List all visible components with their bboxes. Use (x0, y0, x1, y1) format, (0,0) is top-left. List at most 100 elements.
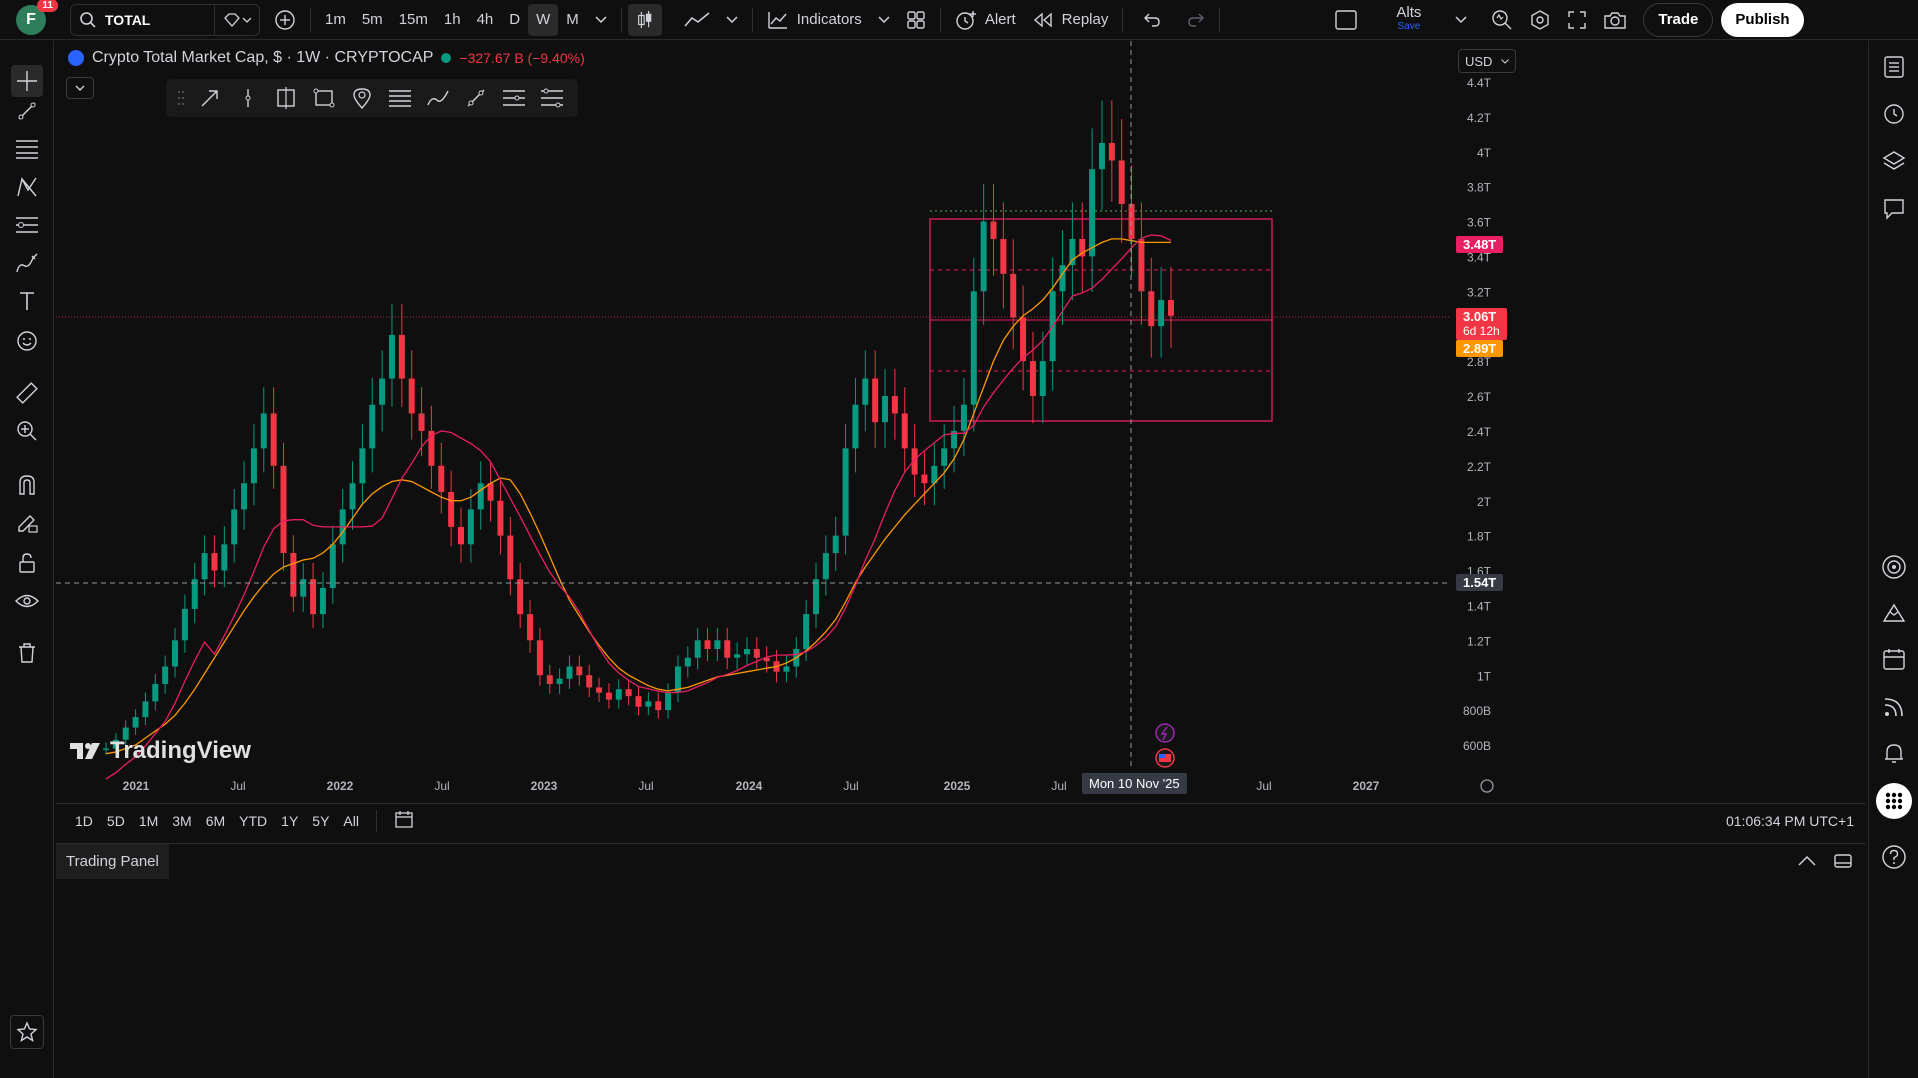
news-feed-button[interactable] (1878, 691, 1910, 723)
range-1y[interactable]: 1Y (274, 813, 305, 829)
publish-button[interactable]: Publish (1721, 2, 1804, 37)
range-1m[interactable]: 1M (132, 813, 165, 829)
favorites-tool[interactable] (10, 1015, 44, 1049)
timeframe-m[interactable]: M (558, 4, 587, 36)
indicators-dropdown[interactable] (870, 4, 898, 36)
maximize-panel-icon[interactable] (1834, 853, 1852, 869)
chart-canvas[interactable]: 4.4T4.2T4T3.8T3.6T3.4T3.2T3T2.8T2.6T2.4T… (56, 41, 1866, 811)
chart-type-candles-button[interactable] (627, 3, 662, 36)
measure-tool[interactable] (11, 377, 43, 409)
settings-button[interactable] (1521, 4, 1559, 36)
lock-drawings-tool[interactable] (11, 547, 43, 579)
range-5y[interactable]: 5Y (305, 813, 336, 829)
timeframe-d[interactable]: D (501, 4, 528, 36)
watchlist-button[interactable] (1878, 51, 1910, 83)
range-5d[interactable]: 5D (100, 813, 132, 829)
redo-button[interactable] (1179, 4, 1213, 36)
forecast-tool[interactable] (11, 209, 43, 241)
hotlists-button[interactable] (1878, 597, 1910, 629)
magnet-tool[interactable] (11, 469, 43, 501)
ideas-button[interactable] (1878, 551, 1910, 583)
goto-date-button[interactable] (387, 809, 421, 832)
user-avatar[interactable]: F 11 (16, 0, 58, 35)
chats-button[interactable] (1878, 193, 1910, 225)
keep-drawing-tool[interactable] (11, 507, 43, 539)
axis-settings-button[interactable] (1480, 779, 1494, 793)
fullscreen-button[interactable] (1559, 4, 1595, 36)
layout-name-button[interactable]: Alts Save (1388, 4, 1429, 36)
candle-body (566, 666, 573, 679)
timeframe-5m[interactable]: 5m (354, 4, 391, 36)
zoom-tool[interactable] (11, 415, 43, 447)
symbol-search[interactable]: TOTAL (70, 3, 260, 36)
trading-panel-tab[interactable]: Trading Panel (56, 843, 169, 879)
chevron-up-icon[interactable] (1798, 856, 1816, 866)
timeframe-1h[interactable]: 1h (436, 4, 469, 36)
price-axis[interactable]: 4.4T4.2T4T3.8T3.6T3.4T3.2T3T2.8T2.6T2.4T… (1463, 76, 1492, 753)
fib-retracement-tool[interactable] (384, 83, 416, 113)
range-tool[interactable] (270, 83, 302, 113)
candle-body (270, 413, 277, 466)
range-3m[interactable]: 3M (165, 813, 198, 829)
remove-drawings-tool[interactable] (11, 637, 43, 669)
candle-body (743, 649, 750, 655)
replay-button[interactable]: Replay (1024, 4, 1117, 36)
calendar-button[interactable] (1878, 643, 1910, 675)
range-ytd[interactable]: YTD (232, 813, 274, 829)
fib-tool[interactable] (11, 133, 43, 165)
layout-templates-button[interactable] (898, 4, 934, 36)
range-6m[interactable]: 6M (199, 813, 232, 829)
apps-button[interactable] (1876, 783, 1912, 819)
pin-tool[interactable] (346, 83, 378, 113)
symbol-legend[interactable]: Crypto Total Market Cap, $ · 1W · CRYPTO… (68, 49, 585, 67)
trade-button[interactable]: Trade (1643, 2, 1714, 37)
help-button[interactable] (1878, 841, 1910, 873)
chart-pane[interactable]: 4.4T4.2T4T3.8T3.6T3.4T3.2T3T2.8T2.6T2.4T… (56, 41, 1866, 811)
currency-selector[interactable]: USD (1458, 49, 1516, 73)
ray-tool[interactable] (460, 83, 492, 113)
timeframe-1m[interactable]: 1m (317, 4, 354, 36)
notifications-button[interactable] (1878, 737, 1910, 769)
crosshair-tool[interactable] (11, 65, 43, 97)
fib-extension-tool[interactable] (536, 83, 568, 113)
layout-dropdown[interactable] (1447, 4, 1475, 36)
drag-handle-icon[interactable] (174, 83, 188, 113)
time-axis[interactable]: 2021 Jul 2022 Jul 2023 Jul 2024 Jul 2025 Jul Jul 20… (123, 779, 1380, 793)
object-tree-button[interactable] (1878, 145, 1910, 177)
trendline-tool[interactable] (11, 95, 43, 127)
tradingview-logo[interactable]: TradingView (70, 737, 251, 765)
pattern-tool[interactable] (11, 171, 43, 203)
alert-button[interactable]: Alert (947, 4, 1024, 36)
lightning-event-icon[interactable] (1155, 723, 1175, 743)
fullscreen-layout-button[interactable] (1326, 4, 1366, 36)
vertical-line-tool[interactable] (232, 83, 264, 113)
symbol-type-dropdown[interactable] (214, 3, 259, 36)
timeframe-w[interactable]: W (528, 3, 559, 36)
quick-search-button[interactable] (1483, 4, 1521, 36)
event-markers[interactable] (1155, 723, 1175, 768)
alerts-button[interactable] (1878, 97, 1910, 129)
range-1d[interactable]: 1D (68, 813, 100, 829)
chart-type-line-button[interactable] (676, 4, 718, 36)
range-all[interactable]: All (336, 813, 366, 829)
brush-draw-tool[interactable] (422, 83, 454, 113)
indicators-button[interactable]: Indicators (759, 4, 870, 36)
rectangle-tool[interactable] (308, 83, 340, 113)
undo-button[interactable] (1135, 4, 1169, 36)
chart-type-dropdown[interactable] (718, 4, 746, 36)
compare-symbol-button[interactable] (266, 4, 304, 36)
hide-drawings-tool[interactable] (11, 585, 43, 617)
text-tool[interactable] (11, 285, 43, 317)
emoji-tool[interactable] (11, 325, 43, 357)
snapshot-button[interactable] (1595, 4, 1635, 36)
timeframe-dropdown[interactable] (587, 4, 615, 36)
timeframe-15m[interactable]: 15m (391, 4, 436, 36)
candle-body (882, 396, 889, 423)
clock-timezone[interactable]: 01:06:34 PM UTC+1 (1726, 813, 1854, 829)
fib-channel-tool[interactable] (498, 83, 530, 113)
brush-tool[interactable] (11, 247, 43, 279)
legend-collapse-button[interactable] (66, 77, 94, 99)
arrow-tool[interactable] (194, 83, 226, 113)
layout-save[interactable]: Save (1397, 20, 1420, 34)
timeframe-4h[interactable]: 4h (469, 4, 502, 36)
